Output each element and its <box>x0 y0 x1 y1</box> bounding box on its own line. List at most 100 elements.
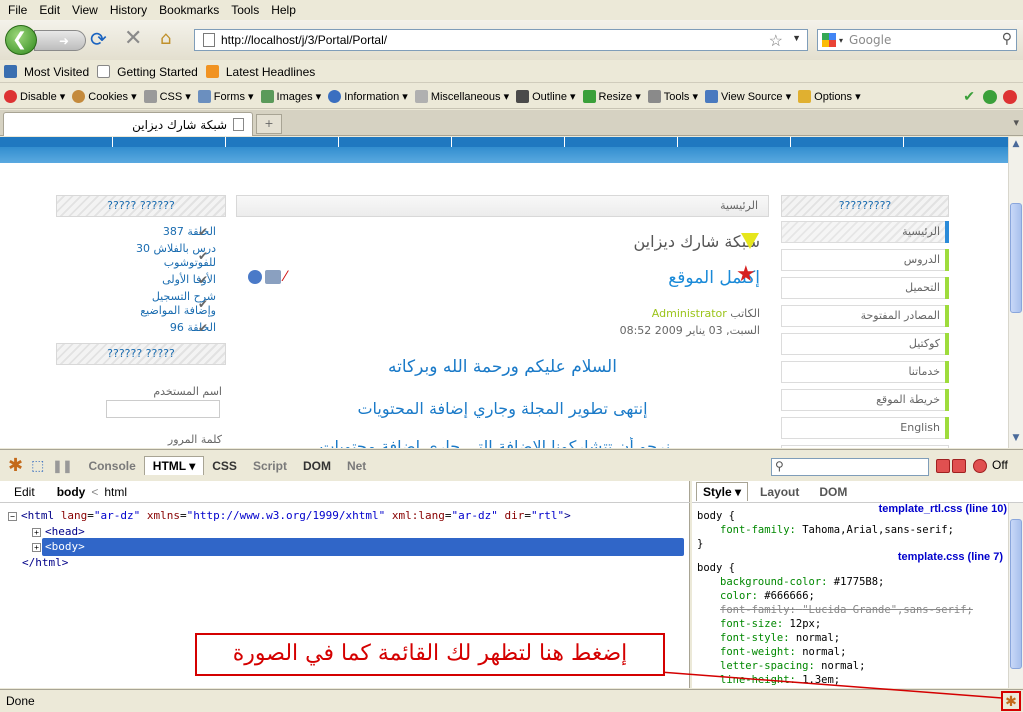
menu-item-cocktail[interactable]: كوكتيل <box>781 333 949 355</box>
css-rule-1-prop-1[interactable]: font-family: Tahoma,Arial,sans-serif; <box>720 523 954 537</box>
detach-icon[interactable] <box>952 459 966 473</box>
css-rule-2-prop-8[interactable]: line-height: 1.3em; <box>720 673 840 686</box>
menu-bookmarks[interactable]: Bookmarks <box>153 3 225 17</box>
forward-button[interactable]: ➜ <box>34 30 86 51</box>
email-icon[interactable] <box>248 270 262 284</box>
menu-item-open-source[interactable]: المصادر المفتوحة <box>781 305 949 327</box>
validate-check-icon[interactable]: ✔ <box>963 88 975 105</box>
menu-item-label: English <box>900 421 940 434</box>
body-node[interactable]: + <body> <box>32 539 85 555</box>
scroll-up-icon[interactable]: ▲ <box>1010 139 1022 151</box>
bookmark-star-icon[interactable]: ☆ <box>769 31 783 51</box>
dev-outline-menu[interactable]: Outline ▾ <box>516 90 576 103</box>
tab-html[interactable]: HTML ▾ <box>143 456 205 475</box>
search-icon[interactable]: ⚲ <box>1002 31 1012 47</box>
menu-history[interactable]: History <box>104 3 153 17</box>
menu-help[interactable]: Help <box>265 3 302 17</box>
author-name: Administrator <box>651 307 727 320</box>
css-prop-name: letter-spacing: <box>720 660 815 672</box>
crumb-body[interactable]: body <box>57 485 86 499</box>
css-source-link-1[interactable]: template_rtl.css (line 10) <box>879 502 1007 515</box>
expand-icon[interactable]: + <box>32 543 41 552</box>
firebug-off-label[interactable]: Off <box>992 458 1008 472</box>
search-engine-dropdown-icon[interactable]: ▾ <box>839 36 843 45</box>
style-panel-scrollbar[interactable] <box>1008 503 1023 688</box>
scroll-thumb[interactable] <box>1010 203 1022 313</box>
menu-view[interactable]: View <box>66 3 104 17</box>
minimize-icon[interactable] <box>936 459 950 473</box>
dev-view-source-menu[interactable]: View Source ▾ <box>705 90 791 103</box>
bookmark-getting-started[interactable]: Getting Started <box>117 65 198 79</box>
tab-console[interactable]: Console <box>80 457 143 475</box>
dev-disable-menu[interactable]: Disable ▾ <box>4 90 65 103</box>
url-bar[interactable]: http://localhost/j/3/Portal/Portal/ ☆ ▼ <box>194 29 808 51</box>
css-rule-2-prop-6[interactable]: font-weight: normal; <box>720 645 846 659</box>
side-tab-layout[interactable]: Layout <box>760 485 799 499</box>
pdf-icon[interactable]: ⁄ <box>284 270 296 284</box>
dev-css-menu[interactable]: CSS ▾ <box>143 90 191 103</box>
menu-item-sitemap[interactable]: خريطة الموقع <box>781 389 949 411</box>
dev-forms-menu[interactable]: Forms ▾ <box>197 90 254 103</box>
menu-file[interactable]: File <box>2 3 33 17</box>
side-tab-style[interactable]: Style ▾ <box>696 482 749 501</box>
browser-tab[interactable]: شبكة شارك ديزاين <box>3 112 253 136</box>
print-icon[interactable] <box>265 270 281 284</box>
dev-options-menu[interactable]: Options ▾ <box>798 90 861 103</box>
menu-item-services[interactable]: خدماتنا <box>781 361 949 383</box>
dev-resize-menu[interactable]: Resize ▾ <box>582 90 641 103</box>
dev-miscellaneous-menu[interactable]: Miscellaneous ▾ <box>414 90 509 103</box>
scroll-down-icon[interactable]: ▼ <box>1010 433 1022 445</box>
menu-edit[interactable]: Edit <box>33 3 66 17</box>
dev-images-menu[interactable]: Images ▾ <box>260 90 321 103</box>
css-rule-2-prop-overridden[interactable]: font-family: "Lucida Grande",sans-serif; <box>720 603 973 617</box>
reload-icon[interactable]: ⟳ <box>90 29 110 49</box>
side-tab-dom[interactable]: DOM <box>819 485 847 499</box>
css-rule-2-prop-4[interactable]: font-size: 12px; <box>720 617 821 631</box>
menu-item-lessons[interactable]: الدروس <box>781 249 949 271</box>
js-error-icon[interactable] <box>1003 90 1017 104</box>
url-dropdown-icon[interactable]: ▼ <box>792 33 801 43</box>
css-valid-icon[interactable] <box>983 90 997 104</box>
tab-script[interactable]: Script <box>245 457 295 475</box>
css-rule-2-prop-7[interactable]: letter-spacing: normal; <box>720 659 865 673</box>
tab-list-icon[interactable]: ▾ <box>1013 116 1019 129</box>
collapse-icon[interactable]: − <box>8 512 17 521</box>
tab-dom[interactable]: DOM <box>295 457 339 475</box>
dev-information-menu[interactable]: Information ▾ <box>328 90 408 103</box>
menu-item-home[interactable]: الرئيسية <box>781 221 949 243</box>
inspect-icon[interactable]: ⬚ <box>31 457 44 474</box>
scroll-thumb[interactable] <box>1010 519 1022 669</box>
menu-item-english[interactable]: English <box>781 417 949 439</box>
back-button[interactable]: ❮ <box>5 25 37 55</box>
page-scrollbar[interactable]: ▲ ▼ <box>1008 137 1023 448</box>
search-bar[interactable]: ▾ Google ⚲ <box>817 29 1017 51</box>
bookmark-most-visited[interactable]: Most Visited <box>24 65 89 79</box>
firebug-icon[interactable]: ✱ <box>8 455 23 476</box>
new-tab-button[interactable]: + <box>256 114 282 134</box>
tab-net[interactable]: Net <box>339 457 374 475</box>
css-rule-2-prop-2[interactable]: color: #666666; <box>720 589 815 603</box>
dev-tools-menu[interactable]: Tools ▾ <box>647 90 698 103</box>
edit-button[interactable]: Edit <box>14 485 35 499</box>
firebug-search-input[interactable]: ⚲ <box>771 458 929 476</box>
home-icon[interactable]: ⌂ <box>160 28 182 50</box>
css-rule-2-prop-5[interactable]: font-style: normal; <box>720 631 840 645</box>
html-root-node[interactable]: − <html lang="ar-dz" xmlns="http://www.w3… <box>8 508 571 524</box>
bookmark-latest-headlines[interactable]: Latest Headlines <box>226 65 315 79</box>
pause-icon[interactable]: ❚❚ <box>52 459 72 473</box>
forms-icon <box>197 90 211 103</box>
css-rule-2-prop-1[interactable]: background-color: #1775B8; <box>720 575 884 589</box>
css-source-link-2[interactable]: template.css (line 7) <box>898 550 1003 563</box>
menu-item-more[interactable] <box>781 445 949 448</box>
crumb-html[interactable]: html <box>104 485 127 499</box>
tab-css[interactable]: CSS <box>204 457 245 475</box>
menu-tools[interactable]: Tools <box>225 3 265 17</box>
firebug-status-icon[interactable]: ✱ <box>1001 691 1021 711</box>
stop-icon[interactable]: ✕ <box>124 28 146 50</box>
username-input[interactable] <box>106 400 220 418</box>
menu-item-downloads[interactable]: التحميل <box>781 277 949 299</box>
expand-icon[interactable]: + <box>32 528 41 537</box>
power-icon[interactable] <box>973 459 987 473</box>
google-icon[interactable] <box>822 33 836 47</box>
dev-cookies-menu[interactable]: Cookies ▾ <box>72 90 137 103</box>
